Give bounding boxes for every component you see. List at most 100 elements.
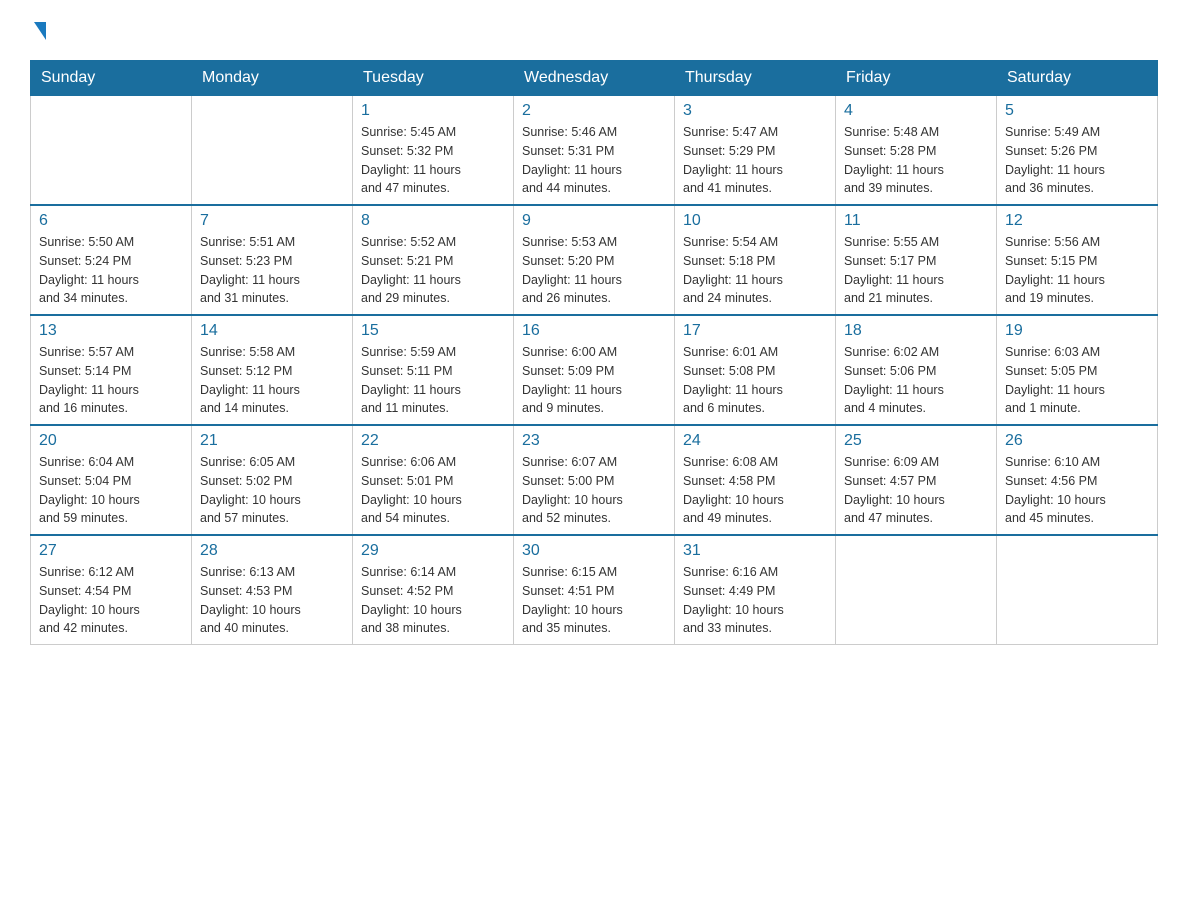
- day-number: 30: [522, 542, 666, 560]
- day-number: 17: [683, 322, 827, 340]
- day-number: 6: [39, 212, 183, 230]
- weekday-header-friday: Friday: [836, 61, 997, 96]
- calendar-cell: 21 Sunrise: 6:05 AM Sunset: 5:02 PM Dayli…: [192, 425, 353, 535]
- day-number: 16: [522, 322, 666, 340]
- day-info: Sunrise: 5:45 AM Sunset: 5:32 PM Dayligh…: [361, 123, 505, 198]
- day-info: Sunrise: 5:50 AM Sunset: 5:24 PM Dayligh…: [39, 233, 183, 308]
- day-info: Sunrise: 5:55 AM Sunset: 5:17 PM Dayligh…: [844, 233, 988, 308]
- calendar-cell: 5Sunrise: 5:49 AM Sunset: 5:26 PM Daylig…: [997, 96, 1158, 206]
- calendar-cell: 3 Sunrise: 5:47 AM Sunset: 5:29 PM Daylig…: [675, 96, 836, 206]
- calendar-cell: 6 Sunrise: 5:50 AM Sunset: 5:24 PM Daylig…: [31, 205, 192, 315]
- day-info: Sunrise: 6:08 AM Sunset: 4:58 PM Dayligh…: [683, 453, 827, 528]
- day-info: Sunrise: 5:48 AM Sunset: 5:28 PM Dayligh…: [844, 123, 988, 198]
- calendar-cell: 15Sunrise: 5:59 AM Sunset: 5:11 PM Dayli…: [353, 315, 514, 425]
- day-info: Sunrise: 6:06 AM Sunset: 5:01 PM Dayligh…: [361, 453, 505, 528]
- calendar-cell: [192, 96, 353, 206]
- day-number: 24: [683, 432, 827, 450]
- calendar-cell: 12 Sunrise: 5:56 AM Sunset: 5:15 PM Dayli…: [997, 205, 1158, 315]
- day-info: Sunrise: 5:49 AM Sunset: 5:26 PM Dayligh…: [1005, 123, 1149, 198]
- day-info: Sunrise: 5:47 AM Sunset: 5:29 PM Dayligh…: [683, 123, 827, 198]
- day-info: Sunrise: 6:04 AM Sunset: 5:04 PM Dayligh…: [39, 453, 183, 528]
- calendar-cell: 18Sunrise: 6:02 AM Sunset: 5:06 PM Dayli…: [836, 315, 997, 425]
- calendar-cell: 28 Sunrise: 6:13 AM Sunset: 4:53 PM Dayli…: [192, 535, 353, 645]
- day-number: 28: [200, 542, 344, 560]
- day-info: Sunrise: 6:01 AM Sunset: 5:08 PM Dayligh…: [683, 343, 827, 418]
- day-info: Sunrise: 5:54 AM Sunset: 5:18 PM Dayligh…: [683, 233, 827, 308]
- calendar-cell: 13Sunrise: 5:57 AM Sunset: 5:14 PM Dayli…: [31, 315, 192, 425]
- day-number: 23: [522, 432, 666, 450]
- day-info: Sunrise: 5:51 AM Sunset: 5:23 PM Dayligh…: [200, 233, 344, 308]
- calendar-cell: 19 Sunrise: 6:03 AM Sunset: 5:05 PM Dayli…: [997, 315, 1158, 425]
- day-info: Sunrise: 5:53 AM Sunset: 5:20 PM Dayligh…: [522, 233, 666, 308]
- day-info: Sunrise: 6:12 AM Sunset: 4:54 PM Dayligh…: [39, 563, 183, 638]
- day-number: 11: [844, 212, 988, 230]
- calendar-cell: 22 Sunrise: 6:06 AM Sunset: 5:01 PM Dayli…: [353, 425, 514, 535]
- calendar-table: SundayMondayTuesdayWednesdayThursdayFrid…: [30, 60, 1158, 645]
- day-number: 4: [844, 102, 988, 120]
- day-number: 22: [361, 432, 505, 450]
- day-number: 10: [683, 212, 827, 230]
- page-header: [30, 20, 1158, 40]
- day-number: 25: [844, 432, 988, 450]
- day-number: 9: [522, 212, 666, 230]
- day-number: 19: [1005, 322, 1149, 340]
- day-info: Sunrise: 5:58 AM Sunset: 5:12 PM Dayligh…: [200, 343, 344, 418]
- calendar-cell: 8Sunrise: 5:52 AM Sunset: 5:21 PM Daylig…: [353, 205, 514, 315]
- weekday-header-wednesday: Wednesday: [514, 61, 675, 96]
- calendar-cell: 20 Sunrise: 6:04 AM Sunset: 5:04 PM Dayli…: [31, 425, 192, 535]
- day-number: 31: [683, 542, 827, 560]
- calendar-week-row: 1 Sunrise: 5:45 AM Sunset: 5:32 PM Daylig…: [31, 96, 1158, 206]
- day-number: 29: [361, 542, 505, 560]
- weekday-header-saturday: Saturday: [997, 61, 1158, 96]
- day-number: 3: [683, 102, 827, 120]
- day-number: 26: [1005, 432, 1149, 450]
- day-info: Sunrise: 6:14 AM Sunset: 4:52 PM Dayligh…: [361, 563, 505, 638]
- weekday-header-tuesday: Tuesday: [353, 61, 514, 96]
- calendar-cell: 16 Sunrise: 6:00 AM Sunset: 5:09 PM Dayli…: [514, 315, 675, 425]
- day-number: 2: [522, 102, 666, 120]
- day-number: 13: [39, 322, 183, 340]
- weekday-header-sunday: Sunday: [31, 61, 192, 96]
- calendar-cell: [997, 535, 1158, 645]
- day-number: 20: [39, 432, 183, 450]
- day-info: Sunrise: 6:10 AM Sunset: 4:56 PM Dayligh…: [1005, 453, 1149, 528]
- day-info: Sunrise: 6:07 AM Sunset: 5:00 PM Dayligh…: [522, 453, 666, 528]
- calendar-cell: [31, 96, 192, 206]
- logo: [30, 20, 46, 40]
- calendar-week-row: 20 Sunrise: 6:04 AM Sunset: 5:04 PM Dayli…: [31, 425, 1158, 535]
- calendar-cell: 1 Sunrise: 5:45 AM Sunset: 5:32 PM Daylig…: [353, 96, 514, 206]
- weekday-header-monday: Monday: [192, 61, 353, 96]
- calendar-cell: 9 Sunrise: 5:53 AM Sunset: 5:20 PM Daylig…: [514, 205, 675, 315]
- calendar-cell: 11 Sunrise: 5:55 AM Sunset: 5:17 PM Dayli…: [836, 205, 997, 315]
- day-info: Sunrise: 6:09 AM Sunset: 4:57 PM Dayligh…: [844, 453, 988, 528]
- calendar-cell: 2 Sunrise: 5:46 AM Sunset: 5:31 PM Daylig…: [514, 96, 675, 206]
- calendar-cell: 31Sunrise: 6:16 AM Sunset: 4:49 PM Dayli…: [675, 535, 836, 645]
- day-number: 27: [39, 542, 183, 560]
- logo-arrow-icon: [34, 22, 46, 40]
- day-info: Sunrise: 5:56 AM Sunset: 5:15 PM Dayligh…: [1005, 233, 1149, 308]
- calendar-cell: 4 Sunrise: 5:48 AM Sunset: 5:28 PM Daylig…: [836, 96, 997, 206]
- calendar-week-row: 6 Sunrise: 5:50 AM Sunset: 5:24 PM Daylig…: [31, 205, 1158, 315]
- calendar-cell: 10 Sunrise: 5:54 AM Sunset: 5:18 PM Dayli…: [675, 205, 836, 315]
- day-info: Sunrise: 6:05 AM Sunset: 5:02 PM Dayligh…: [200, 453, 344, 528]
- day-number: 14: [200, 322, 344, 340]
- day-info: Sunrise: 5:46 AM Sunset: 5:31 PM Dayligh…: [522, 123, 666, 198]
- calendar-cell: 14 Sunrise: 5:58 AM Sunset: 5:12 PM Dayli…: [192, 315, 353, 425]
- day-info: Sunrise: 6:03 AM Sunset: 5:05 PM Dayligh…: [1005, 343, 1149, 418]
- calendar-cell: 17 Sunrise: 6:01 AM Sunset: 5:08 PM Dayli…: [675, 315, 836, 425]
- calendar-cell: 27 Sunrise: 6:12 AM Sunset: 4:54 PM Dayli…: [31, 535, 192, 645]
- day-number: 15: [361, 322, 505, 340]
- day-number: 21: [200, 432, 344, 450]
- day-number: 7: [200, 212, 344, 230]
- day-number: 12: [1005, 212, 1149, 230]
- calendar-week-row: 13Sunrise: 5:57 AM Sunset: 5:14 PM Dayli…: [31, 315, 1158, 425]
- day-number: 8: [361, 212, 505, 230]
- weekday-header-thursday: Thursday: [675, 61, 836, 96]
- calendar-cell: 26 Sunrise: 6:10 AM Sunset: 4:56 PM Dayli…: [997, 425, 1158, 535]
- day-info: Sunrise: 6:00 AM Sunset: 5:09 PM Dayligh…: [522, 343, 666, 418]
- calendar-cell: 29 Sunrise: 6:14 AM Sunset: 4:52 PM Dayli…: [353, 535, 514, 645]
- day-info: Sunrise: 6:13 AM Sunset: 4:53 PM Dayligh…: [200, 563, 344, 638]
- calendar-cell: 23 Sunrise: 6:07 AM Sunset: 5:00 PM Dayli…: [514, 425, 675, 535]
- day-number: 1: [361, 102, 505, 120]
- calendar-cell: 30Sunrise: 6:15 AM Sunset: 4:51 PM Dayli…: [514, 535, 675, 645]
